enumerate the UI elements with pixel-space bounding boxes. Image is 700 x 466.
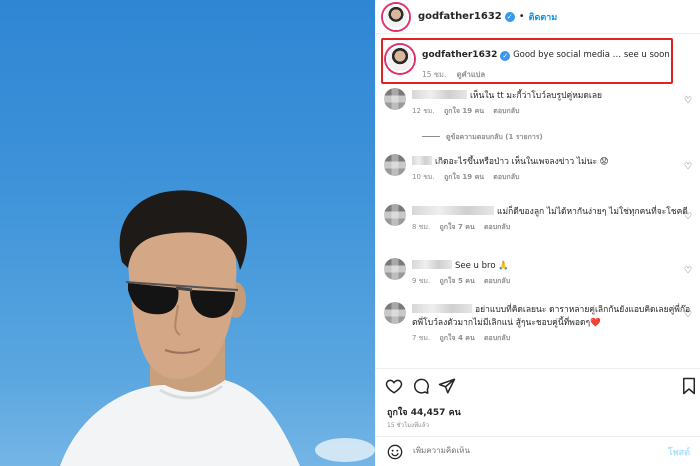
bookmark-icon[interactable]	[680, 377, 698, 395]
comment-text: แม่ก็ดีของลูก ไม่ได้หากันง่ายๆ ไม่ใช่ทุก…	[497, 207, 688, 217]
comment-text: เห็นใน tt มะกี้ว่าโบว์ลบรูปคู่หมดเลย	[470, 91, 603, 101]
caption-time: 15 ชม.	[422, 70, 447, 79]
like-count[interactable]: ถูกใจ 44,457 คน	[387, 405, 461, 419]
caption-text: godfather1632 ✓ Good bye social media … s…	[422, 50, 670, 61]
post-side-panel: godfather1632 ✓ • ติดตาม godfather1632 ✓ …	[375, 0, 700, 466]
comment-heart-icon[interactable]: ♡	[684, 266, 694, 276]
reply-button[interactable]: ตอบกลับ	[484, 223, 510, 231]
post-header: godfather1632 ✓ • ติดตาม	[375, 0, 700, 34]
emoji-icon[interactable]	[387, 444, 403, 460]
blurred-username	[412, 260, 452, 269]
header-username[interactable]: godfather1632	[418, 11, 502, 22]
caption-avatar[interactable]	[386, 45, 414, 73]
comment-likes[interactable]: ถูกใจ 19 คน	[444, 173, 484, 181]
verified-badge-icon: ✓	[500, 51, 511, 61]
portrait-image	[60, 190, 375, 466]
action-bar: ถูกใจ 44,457 คน 15 ชั่วโมงที่แล้ว	[375, 368, 700, 436]
reply-button[interactable]: ตอบกลับ	[484, 334, 510, 342]
comment-avatar[interactable]	[384, 88, 406, 110]
blurred-username	[412, 90, 467, 99]
reply-button[interactable]: ตอบกลับ	[493, 173, 519, 181]
comment-text: เกิดอะไรขึ้นหรือป่าว เห็นในเพจลงข่าว ไม่…	[435, 157, 609, 167]
comment-list[interactable]: เห็นใน tt มะกี้ว่าโบว์ลบรูปคู่หมดเลย 12 …	[375, 86, 700, 368]
share-icon[interactable]	[438, 377, 456, 395]
comment-likes[interactable]: ถูกใจ 5 คน	[440, 277, 475, 285]
comment-time: 7 ชม.	[412, 334, 431, 342]
comment-heart-icon[interactable]: ♡	[684, 162, 694, 172]
view-replies-button[interactable]: ดูข้อความตอบกลับ (1 รายการ)	[422, 132, 543, 143]
add-comment-bar: โพสต์	[375, 436, 700, 466]
comment-time: 8 ชม.	[412, 223, 431, 231]
caption-meta: 15 ชม. ดูคำแปล	[422, 69, 670, 81]
caption-highlight: godfather1632 ✓ Good bye social media … s…	[381, 38, 673, 84]
avatar[interactable]	[383, 3, 409, 30]
comment-avatar[interactable]	[384, 302, 406, 324]
blurred-username	[412, 304, 472, 313]
comment-likes[interactable]: ถูกใจ 19 คน	[444, 107, 484, 115]
blurred-username	[412, 156, 432, 165]
comment-likes[interactable]: ถูกใจ 7 คน	[440, 223, 475, 231]
comment-heart-icon[interactable]: ♡	[684, 96, 694, 106]
post-time: 15 ชั่วโมงที่แล้ว	[387, 422, 429, 429]
caption-message: Good bye social media … see u soon	[513, 50, 670, 60]
caption-body: godfather1632 ✓ Good bye social media … s…	[422, 50, 670, 82]
comment-avatar[interactable]	[384, 154, 406, 176]
comment-heart-icon[interactable]: ♡	[684, 212, 694, 222]
comment-likes[interactable]: ถูกใจ 4 คน	[440, 334, 475, 342]
comment-text: See u bro 🙏	[455, 261, 509, 271]
verified-badge-icon: ✓	[504, 11, 515, 22]
post-photo[interactable]	[0, 0, 375, 466]
heart-icon[interactable]	[385, 377, 403, 395]
blurred-username	[412, 206, 494, 215]
translate-link[interactable]: ดูคำแปล	[457, 70, 485, 79]
reply-button[interactable]: ตอบกลับ	[484, 277, 510, 285]
comment-heart-icon[interactable]: ♡	[684, 310, 694, 320]
comment-time: 9 ชม.	[412, 277, 431, 285]
comment-input[interactable]	[413, 446, 613, 455]
separator-dot: •	[518, 11, 525, 22]
comment-avatar[interactable]	[384, 258, 406, 280]
follow-button[interactable]: ติดตาม	[529, 10, 558, 24]
comment-avatar[interactable]	[384, 204, 406, 226]
post-comment-button[interactable]: โพสต์	[668, 445, 690, 459]
comment-time: 12 ชม.	[412, 107, 435, 115]
reply-button[interactable]: ตอบกลับ	[493, 107, 519, 115]
comment-time: 10 ชม.	[412, 173, 435, 181]
comment-icon[interactable]	[412, 377, 430, 395]
caption-username[interactable]: godfather1632	[422, 50, 497, 60]
